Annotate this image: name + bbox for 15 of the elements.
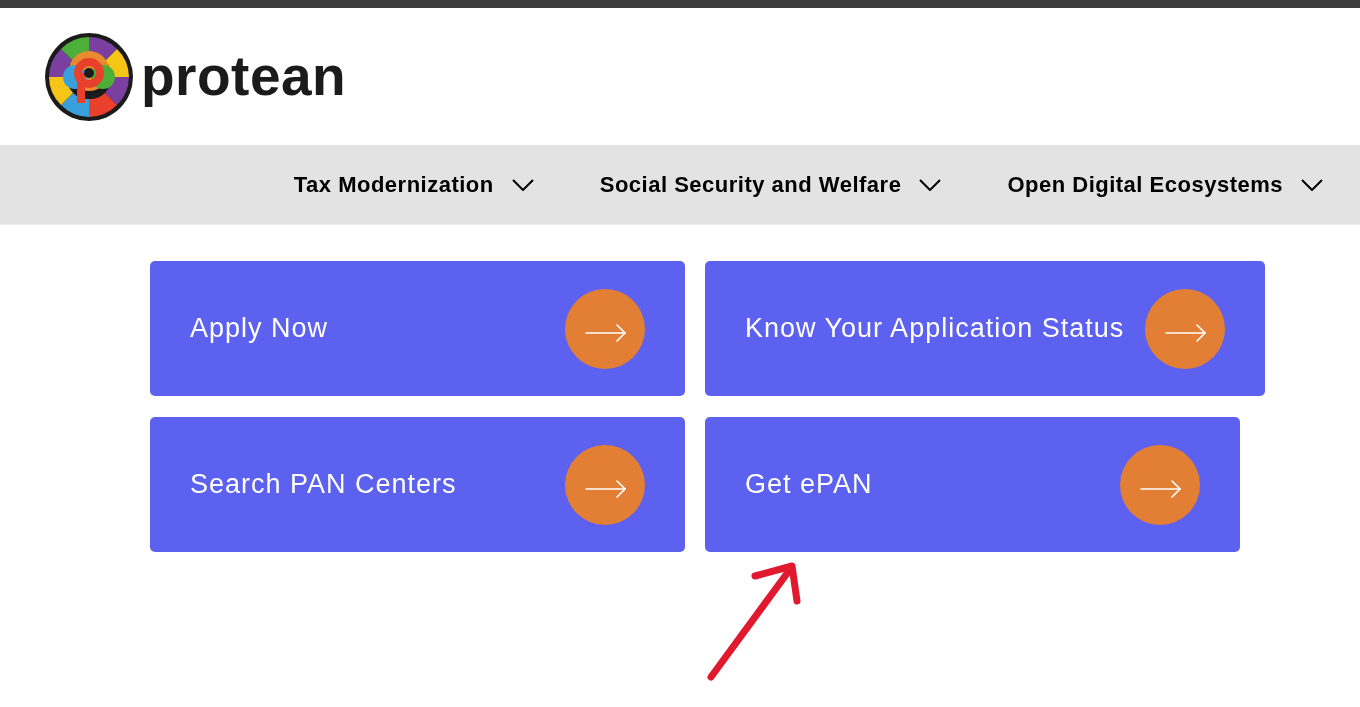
chevron-down-icon [511, 178, 534, 191]
action-card[interactable]: Apply Now [150, 261, 685, 396]
action-card[interactable]: Get ePAN [705, 417, 1240, 552]
arrow-right-icon [1120, 444, 1200, 525]
chevron-down-icon [1301, 178, 1323, 191]
nav-menu-item[interactable]: Open Digital Ecosystems [1007, 168, 1323, 201]
chevron-down-icon [919, 178, 942, 191]
nav-menu-item[interactable]: Social Security and Welfare [599, 168, 942, 201]
arrow-right-icon [1145, 288, 1226, 369]
action-card[interactable]: Know Your Application Status [705, 261, 1266, 396]
nav-menu-item[interactable]: Tax Modernization [293, 168, 534, 201]
arrow-right-icon [565, 288, 645, 369]
action-card[interactable]: Search PAN Centers [150, 417, 685, 552]
arrow-right-icon [565, 444, 645, 525]
emblem-icon [45, 32, 133, 121]
